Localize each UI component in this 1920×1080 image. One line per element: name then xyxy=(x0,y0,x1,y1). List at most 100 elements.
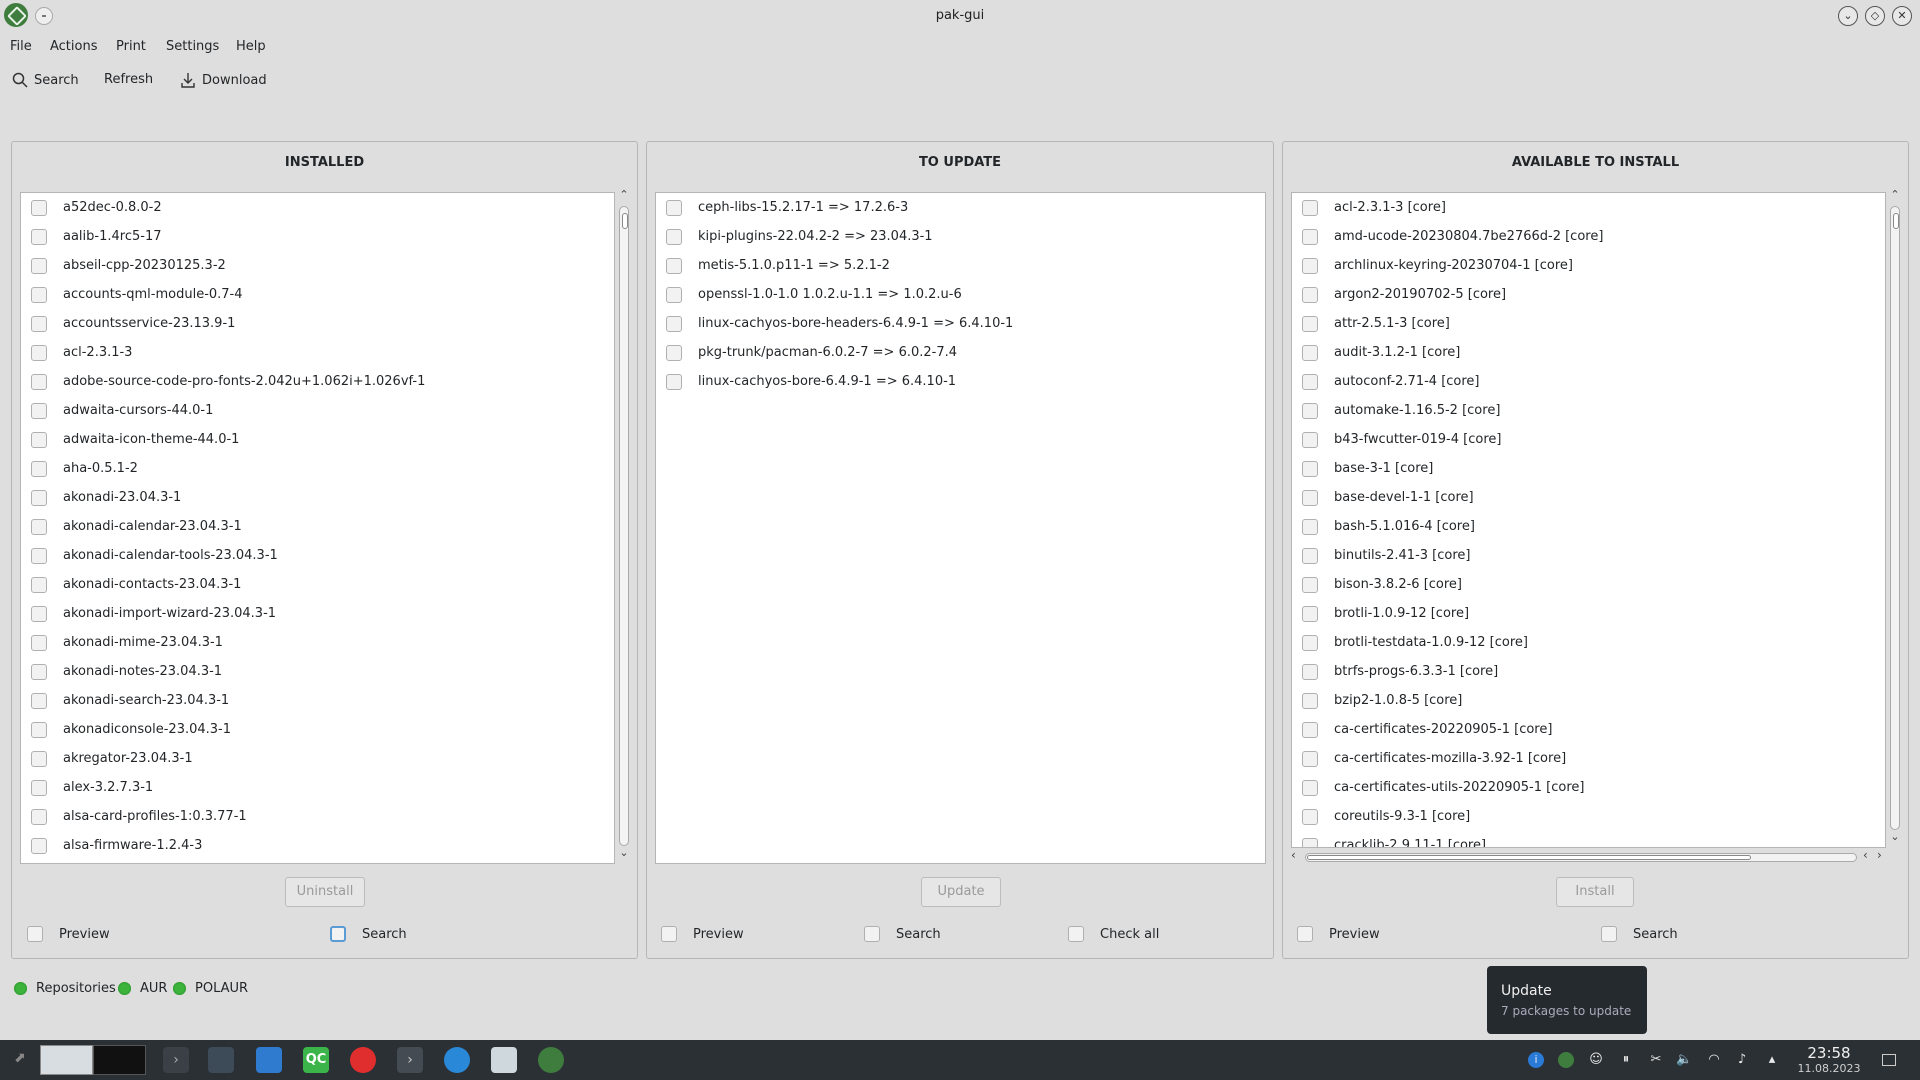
update-search-option[interactable]: Search xyxy=(864,926,941,942)
list-item[interactable]: aalib-1.4rc5-17 xyxy=(21,222,614,251)
list-item[interactable]: binutils-2.41-3 [core] xyxy=(1292,541,1885,570)
checkbox[interactable] xyxy=(1302,199,1318,216)
checkbox[interactable] xyxy=(1302,547,1318,564)
scroll-down-icon[interactable]: ⌄ xyxy=(616,846,632,859)
scissors-icon[interactable]: ✂ xyxy=(1648,1052,1664,1068)
checkbox[interactable] xyxy=(661,926,677,942)
checkbox[interactable] xyxy=(31,808,47,825)
vivaldi-icon[interactable] xyxy=(350,1047,376,1073)
scroll-thumb[interactable] xyxy=(1307,855,1751,860)
checkbox[interactable] xyxy=(1302,634,1318,651)
list-item[interactable]: adobe-source-code-pro-fonts-2.042u+1.062… xyxy=(21,367,614,396)
checkbox[interactable] xyxy=(1297,926,1313,942)
checkbox[interactable] xyxy=(31,750,47,767)
list-item[interactable]: ca-certificates-utils-20220905-1 [core] xyxy=(1292,773,1885,802)
list-item[interactable]: bash-5.1.016-4 [core] xyxy=(1292,512,1885,541)
list-item[interactable]: alsa-card-profiles-1:0.3.77-1 xyxy=(21,802,614,831)
checkbox[interactable] xyxy=(31,663,47,680)
checkbox[interactable] xyxy=(31,489,47,506)
list-item[interactable]: akonadiconsole-23.04.3-1 xyxy=(21,715,614,744)
list-item[interactable]: linux-cachyos-bore-headers-6.4.9-1 => 6.… xyxy=(656,309,1265,338)
list-item[interactable]: automake-1.16.5-2 [core] xyxy=(1292,396,1885,425)
list-item[interactable]: akonadi-mime-23.04.3-1 xyxy=(21,628,614,657)
list-item[interactable]: argon2-20190702-5 [core] xyxy=(1292,280,1885,309)
list-item[interactable]: base-3-1 [core] xyxy=(1292,454,1885,483)
list-item[interactable]: b43-fwcutter-019-4 [core] xyxy=(1292,425,1885,454)
checkbox[interactable] xyxy=(666,199,682,216)
pak-gui-taskbar-icon[interactable] xyxy=(538,1047,564,1073)
update-preview-option[interactable]: Preview xyxy=(661,926,744,942)
list-item[interactable]: akonadi-import-wizard-23.04.3-1 xyxy=(21,599,614,628)
notification-popup[interactable]: Update 7 packages to update xyxy=(1487,966,1647,1034)
list-item[interactable]: accountsservice-23.13.9-1 xyxy=(21,309,614,338)
checkbox[interactable] xyxy=(31,315,47,332)
list-item[interactable]: bison-3.8.2-6 [core] xyxy=(1292,570,1885,599)
list-item[interactable]: akonadi-notes-23.04.3-1 xyxy=(21,657,614,686)
checkbox[interactable] xyxy=(666,315,682,332)
checkbox[interactable] xyxy=(31,199,47,216)
checkbox[interactable] xyxy=(1068,926,1084,942)
scroll-thumb[interactable] xyxy=(622,213,628,229)
list-item[interactable]: coreutils-9.3-1 [core] xyxy=(1292,802,1885,831)
checkbox[interactable] xyxy=(1302,837,1318,847)
checkbox[interactable] xyxy=(31,518,47,535)
checkbox[interactable] xyxy=(1302,518,1318,535)
list-item[interactable]: pkg-trunk/pacman-6.0.2-7 => 6.0.2-7.4 xyxy=(656,338,1265,367)
scroll-left-icon[interactable]: ‹ xyxy=(1291,848,1296,862)
checkbox[interactable] xyxy=(1302,286,1318,303)
list-item[interactable]: akonadi-23.04.3-1 xyxy=(21,483,614,512)
list-item[interactable]: akregator-23.04.3-1 xyxy=(21,744,614,773)
checkbox[interactable] xyxy=(1302,402,1318,419)
pause-icon[interactable]: ⏸ xyxy=(1618,1052,1634,1068)
menu-settings[interactable]: Settings xyxy=(166,39,219,54)
checkbox[interactable] xyxy=(1302,315,1318,332)
checkbox[interactable] xyxy=(330,926,346,942)
install-button[interactable]: Install xyxy=(1556,877,1634,907)
checkbox[interactable] xyxy=(1302,373,1318,390)
checkbox[interactable] xyxy=(1302,257,1318,274)
checkbox[interactable] xyxy=(31,605,47,622)
show-desktop-icon[interactable] xyxy=(1882,1054,1896,1066)
check-all-option[interactable]: Check all xyxy=(1068,926,1159,942)
checkbox[interactable] xyxy=(1302,344,1318,361)
checkbox[interactable] xyxy=(31,373,47,390)
close-button[interactable]: ✕ xyxy=(1892,6,1912,26)
list-item[interactable]: akonadi-calendar-tools-23.04.3-1 xyxy=(21,541,614,570)
checkbox[interactable] xyxy=(666,228,682,245)
list-item[interactable]: alsa-firmware-1.2.4-3 xyxy=(21,831,614,860)
list-item[interactable]: aha-0.5.1-2 xyxy=(21,454,614,483)
tray-expand-icon[interactable]: ▴ xyxy=(1764,1052,1780,1068)
scroll-up-icon[interactable]: ⌃ xyxy=(616,188,632,201)
list-item[interactable]: attr-2.5.1-3 [core] xyxy=(1292,309,1885,338)
list-item[interactable]: akonadi-calendar-23.04.3-1 xyxy=(21,512,614,541)
checkbox[interactable] xyxy=(1302,576,1318,593)
user-icon[interactable]: ☺ xyxy=(1588,1052,1604,1068)
file-manager-icon[interactable] xyxy=(256,1047,282,1073)
list-item[interactable]: archlinux-keyring-20230704-1 [core] xyxy=(1292,251,1885,280)
audio-icon[interactable]: ♪ xyxy=(1734,1052,1750,1068)
checkbox[interactable] xyxy=(31,286,47,303)
volume-icon[interactable]: 🔈 xyxy=(1676,1052,1692,1068)
list-item[interactable]: linux-cachyos-bore-6.4.9-1 => 6.4.10-1 xyxy=(656,367,1265,396)
installed-search-option[interactable]: Search xyxy=(330,926,407,942)
scroll-down-icon[interactable]: ⌄ xyxy=(1887,830,1903,843)
list-item[interactable]: acl-2.3.1-3 xyxy=(21,338,614,367)
checkbox[interactable] xyxy=(1302,692,1318,709)
checkbox[interactable] xyxy=(31,692,47,709)
list-item[interactable]: amd-ucode-20230804.7be2766d-2 [core] xyxy=(1292,222,1885,251)
list-item[interactable]: ca-certificates-mozilla-3.92-1 [core] xyxy=(1292,744,1885,773)
menu-file[interactable]: File xyxy=(10,39,32,54)
maximize-button[interactable]: ◇ xyxy=(1865,6,1885,26)
qt-creator-icon[interactable]: QC xyxy=(303,1047,329,1073)
scroll-right-icon[interactable]: › xyxy=(1877,848,1882,862)
menu-actions[interactable]: Actions xyxy=(50,39,98,54)
list-item[interactable]: abseil-cpp-20230125.3-2 xyxy=(21,251,614,280)
available-preview-option[interactable]: Preview xyxy=(1297,926,1380,942)
checkbox[interactable] xyxy=(31,576,47,593)
list-item[interactable]: ca-certificates-20220905-1 [core] xyxy=(1292,715,1885,744)
list-item[interactable]: cracklib-2.9.11-1 [core] xyxy=(1292,831,1885,847)
wifi-icon[interactable]: ◠ xyxy=(1706,1052,1722,1068)
to-update-list[interactable]: ceph-libs-15.2.17-1 => 17.2.6-3 kipi-plug… xyxy=(655,192,1266,864)
installed-scrollbar[interactable]: ⌃ ⌄ xyxy=(616,188,632,864)
scroll-left-icon[interactable]: ‹ xyxy=(1863,848,1868,862)
